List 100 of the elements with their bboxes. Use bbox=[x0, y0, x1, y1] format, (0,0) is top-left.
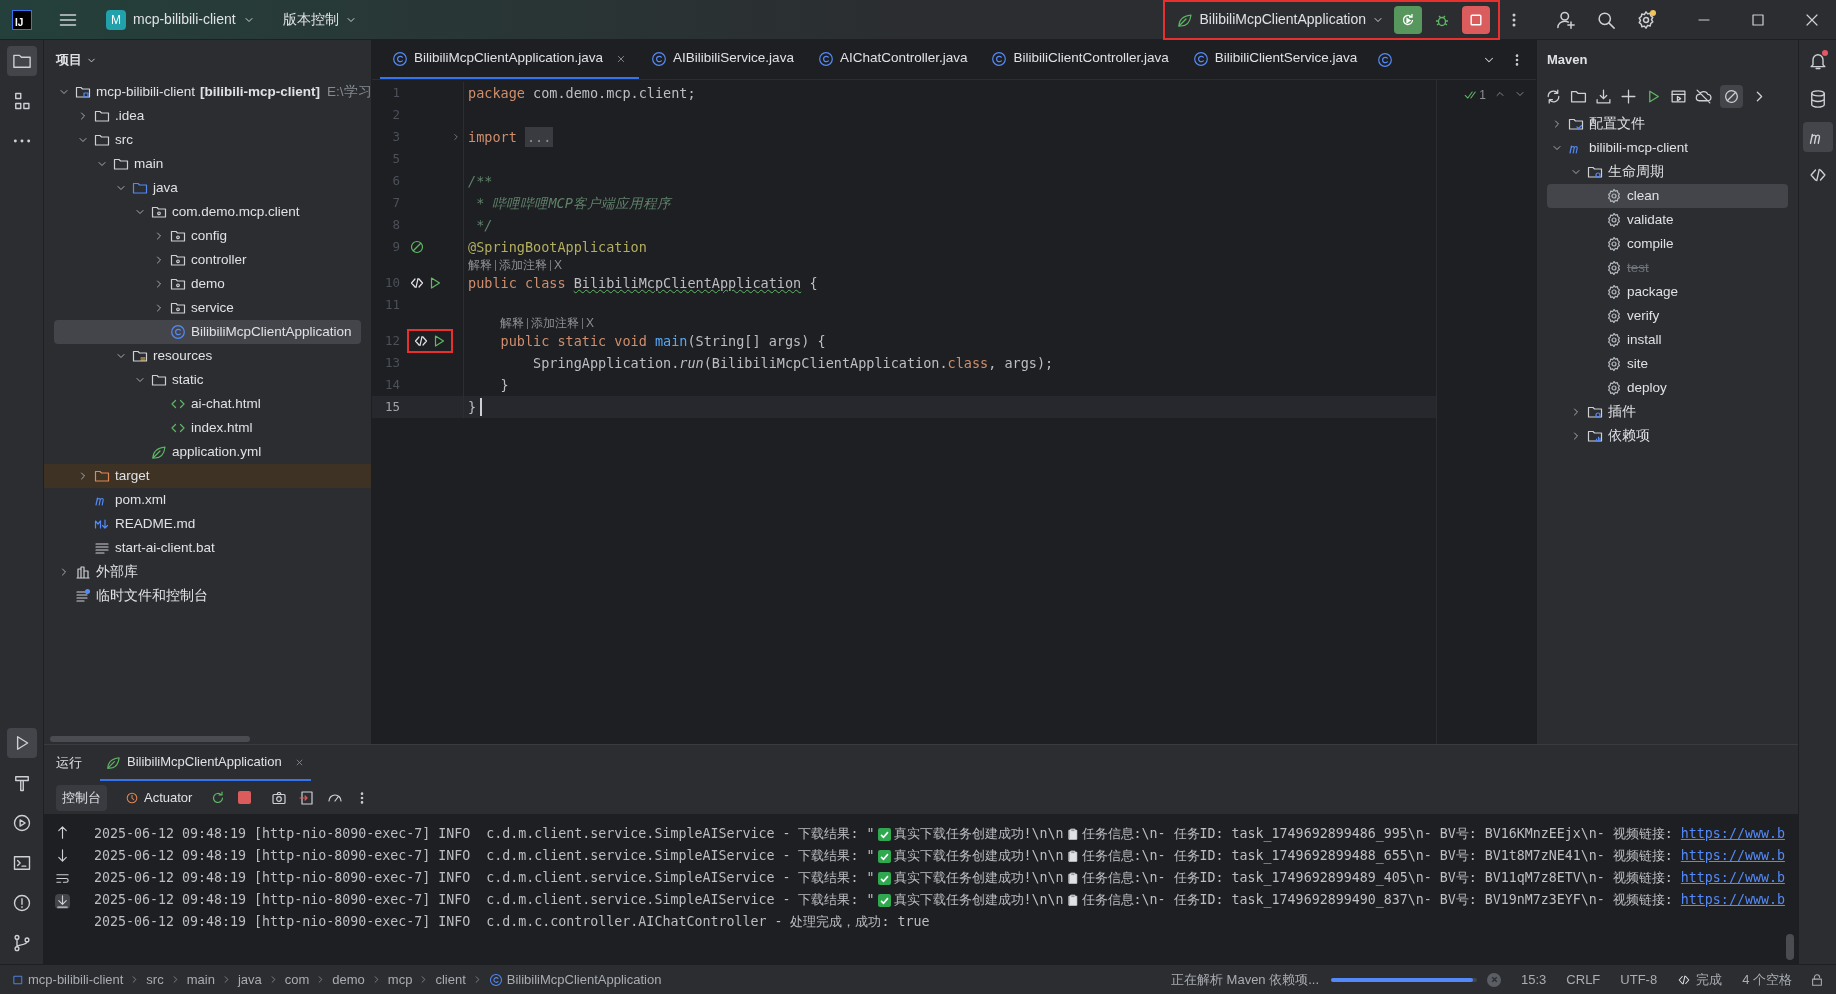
offline-icon[interactable] bbox=[1695, 87, 1712, 105]
tree-item[interactable]: service bbox=[44, 296, 371, 320]
bean-icon[interactable] bbox=[409, 239, 425, 255]
tree-item[interactable]: bilibili-mcp-client bbox=[1537, 136, 1798, 160]
tree-item[interactable]: 生命周期 bbox=[1537, 160, 1798, 184]
breadcrumb[interactable]: java bbox=[237, 969, 262, 990]
breadcrumb[interactable]: mcp bbox=[387, 969, 413, 990]
download-icon[interactable] bbox=[1595, 87, 1612, 105]
code-text: import bbox=[468, 127, 518, 147]
panel-title[interactable]: 项目 bbox=[56, 50, 97, 70]
tree-item[interactable]: ai-chat.html bbox=[44, 392, 371, 416]
tree-item[interactable]: com.demo.mcp.client bbox=[44, 200, 371, 224]
tree-item[interactable]: .idea bbox=[44, 104, 371, 128]
hint-link[interactable]: 添加注释 bbox=[531, 317, 579, 329]
editor-tab[interactable]: AIBilibiliService.java bbox=[639, 40, 806, 79]
tree-item[interactable]: install bbox=[1537, 328, 1798, 352]
console-tab[interactable]: 控制台 bbox=[56, 784, 107, 811]
tree-item[interactable]: start-ai-client.bat bbox=[44, 536, 371, 560]
stop-button[interactable] bbox=[1462, 5, 1490, 34]
exit-icon[interactable] bbox=[299, 789, 316, 806]
maven-tool-button[interactable] bbox=[1802, 122, 1833, 152]
run-button[interactable] bbox=[6, 728, 37, 758]
editor-tab[interactable]: BilibiliClientController.java bbox=[979, 40, 1181, 79]
folder-button[interactable] bbox=[6, 46, 37, 76]
hint-link[interactable]: X bbox=[586, 317, 594, 329]
rerun-button[interactable] bbox=[1394, 5, 1422, 34]
scrollbar[interactable] bbox=[50, 736, 250, 742]
log-text: 真实下载任务创建成功!\n\n bbox=[893, 869, 1064, 888]
project-selector[interactable]: M mcp-bilibili-client bbox=[102, 5, 259, 34]
lock-icon[interactable] bbox=[1810, 972, 1824, 987]
tree-item[interactable]: config bbox=[44, 224, 371, 248]
breadcrumb[interactable]: BilibiliMcpClientApplication bbox=[506, 969, 662, 990]
endpoint-icon[interactable] bbox=[413, 333, 429, 349]
tree-item[interactable]: clean bbox=[1547, 184, 1788, 208]
tree-item[interactable]: controller bbox=[44, 248, 371, 272]
log-link[interactable]: https://www.b bbox=[1680, 890, 1785, 910]
breadcrumb[interactable]: client bbox=[435, 969, 466, 990]
camera-icon[interactable] bbox=[271, 789, 288, 806]
log-link[interactable]: https://www.b bbox=[1680, 868, 1785, 888]
breadcrumb[interactable]: mcp-bilibili-client bbox=[28, 969, 124, 990]
tree-item[interactable]: 临时文件和控制台 bbox=[44, 584, 371, 608]
tree-item[interactable]: static bbox=[44, 368, 371, 392]
hint-link[interactable]: 解释 bbox=[500, 317, 524, 329]
editor-tab[interactable]: BilibiliClientService.java bbox=[1180, 40, 1370, 79]
inspection-widget[interactable]: 1 bbox=[1463, 86, 1486, 104]
hint-link[interactable]: 解释 bbox=[468, 259, 492, 271]
vcs-menu[interactable]: 版本控制 bbox=[278, 5, 361, 34]
tree-item[interactable]: resources bbox=[44, 344, 371, 368]
add-user-icon[interactable] bbox=[1556, 9, 1576, 30]
tree-item[interactable]: 配置文件 bbox=[1537, 112, 1798, 136]
tree-item[interactable]: deploy bbox=[1537, 376, 1798, 400]
run-config-selector[interactable]: BilibiliMcpClientApplication bbox=[1173, 5, 1388, 34]
file-encoding[interactable]: UTF-8 bbox=[1620, 969, 1658, 990]
soft-wrap-icon[interactable] bbox=[54, 871, 70, 886]
ai-status[interactable]: 完成 bbox=[1677, 969, 1723, 990]
tree-item[interactable]: 外部库 bbox=[44, 560, 371, 584]
tree-item[interactable]: compile bbox=[1537, 232, 1798, 256]
log-link[interactable]: https://www.b bbox=[1680, 824, 1785, 844]
tree-item[interactable]: site bbox=[1537, 352, 1798, 376]
settings-icon[interactable] bbox=[1636, 9, 1656, 30]
tree-item[interactable]: package bbox=[1537, 280, 1798, 304]
maximize-icon[interactable] bbox=[1750, 11, 1766, 28]
breadcrumb[interactable]: src bbox=[146, 969, 164, 990]
services-icon bbox=[11, 813, 32, 833]
breadcrumb[interactable]: main bbox=[186, 969, 215, 990]
tree-item[interactable]: validate bbox=[1537, 208, 1798, 232]
tree-item[interactable]: index.html bbox=[44, 416, 371, 440]
line-separator[interactable]: CRLF bbox=[1566, 969, 1601, 990]
skip-tests-icon[interactable] bbox=[1723, 87, 1740, 105]
tree-item[interactable]: pom.xml bbox=[44, 488, 371, 512]
breadcrumb[interactable]: com bbox=[284, 969, 310, 990]
breadcrumb[interactable]: demo bbox=[332, 969, 365, 990]
editor-tab[interactable]: AIChatController.java bbox=[805, 40, 980, 79]
tree-item[interactable]: mcp-bilibili-client [bilibili-mcp-client] E:\学习 bbox=[44, 80, 371, 104]
tree-item[interactable]: java bbox=[44, 176, 371, 200]
tree-item[interactable]: target bbox=[44, 464, 371, 488]
log-link[interactable]: https://www.b bbox=[1680, 846, 1785, 866]
indent-setting[interactable]: 4 个空格 bbox=[1742, 969, 1792, 990]
tree-item[interactable]: demo bbox=[44, 272, 371, 296]
tree-item[interactable]: 插件 bbox=[1537, 400, 1798, 424]
console-tab[interactable]: Actuator bbox=[119, 784, 199, 811]
fold-icon[interactable] bbox=[451, 132, 461, 142]
tree-item[interactable]: src bbox=[44, 128, 371, 152]
tree-item[interactable]: main bbox=[44, 152, 371, 176]
log-text: 2025-06-12 09:48:19 [http-nio-8090-exec-7] INFO c.d.m.client.service.SimpleAIService - 下载结果: " bbox=[94, 825, 875, 844]
scroll-end-icon[interactable] bbox=[54, 894, 70, 909]
tree-item[interactable]: BilibiliMcpClientApplication bbox=[54, 320, 361, 344]
tree-item[interactable]: README.md bbox=[44, 512, 371, 536]
editor-tab[interactable]: BilibiliMcpClientApplication.java bbox=[380, 40, 640, 79]
tree-item[interactable]: verify bbox=[1537, 304, 1798, 328]
add-icon[interactable] bbox=[1620, 87, 1637, 105]
hint-link[interactable]: X bbox=[554, 259, 562, 271]
scrollbar[interactable] bbox=[1786, 934, 1794, 960]
endpoint-icon[interactable] bbox=[409, 275, 425, 291]
tree-item[interactable]: application.yml bbox=[44, 440, 371, 464]
hint-link[interactable]: 添加注释 bbox=[499, 259, 547, 271]
search-icon[interactable] bbox=[1596, 9, 1616, 30]
cursor-position[interactable]: 15:3 bbox=[1521, 969, 1547, 990]
reload-icon[interactable] bbox=[1545, 87, 1562, 105]
tree-item[interactable]: 依赖项 bbox=[1537, 424, 1798, 448]
